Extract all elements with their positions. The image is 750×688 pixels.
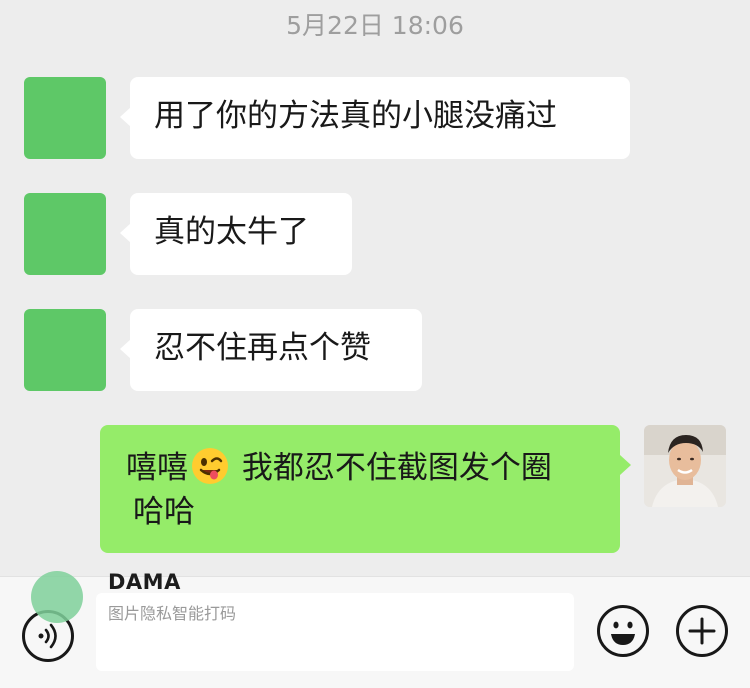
profile-photo [644,425,726,507]
avatar[interactable] [644,425,726,507]
avatar[interactable] [24,193,106,275]
avatar[interactable] [24,77,106,159]
smiley-icon [611,621,635,645]
message-bubble[interactable]: 嘻嘻 我都忍不住截图发个圈 哈哈 [100,425,631,553]
more-button[interactable] [676,605,728,657]
chat-timestamp: 5月22日 18:06 [286,11,464,40]
winking-face-with-tongue-icon [192,448,228,484]
emoji-button[interactable] [597,605,649,657]
plus-icon [688,617,716,645]
message-bubble[interactable]: 忍不住再点个赞 [120,309,422,391]
message-text: 哈哈 [133,494,195,530]
watermark-caption: 图片隐私智能打码 [108,604,237,623]
message-text: 忍不住再点个赞 [154,330,371,366]
message-text: 嘻嘻 [126,450,188,486]
message-line: 嘻嘻 我都忍不住截图发个圈 [126,446,596,490]
watermark-logo [31,571,83,623]
message-text: 用了你的方法真的小腿没痛过 [154,98,557,134]
message-text: 真的太牛了 [154,214,309,250]
avatar[interactable] [24,309,106,391]
message-line: 哈哈 [126,490,596,534]
message-bubble[interactable]: 用了你的方法真的小腿没痛过 [120,77,630,159]
watermark-name: DAMA [108,570,181,594]
message-text: 我都忍不住截图发个圈 [232,450,552,486]
message-bubble[interactable]: 真的太牛了 [120,193,352,275]
